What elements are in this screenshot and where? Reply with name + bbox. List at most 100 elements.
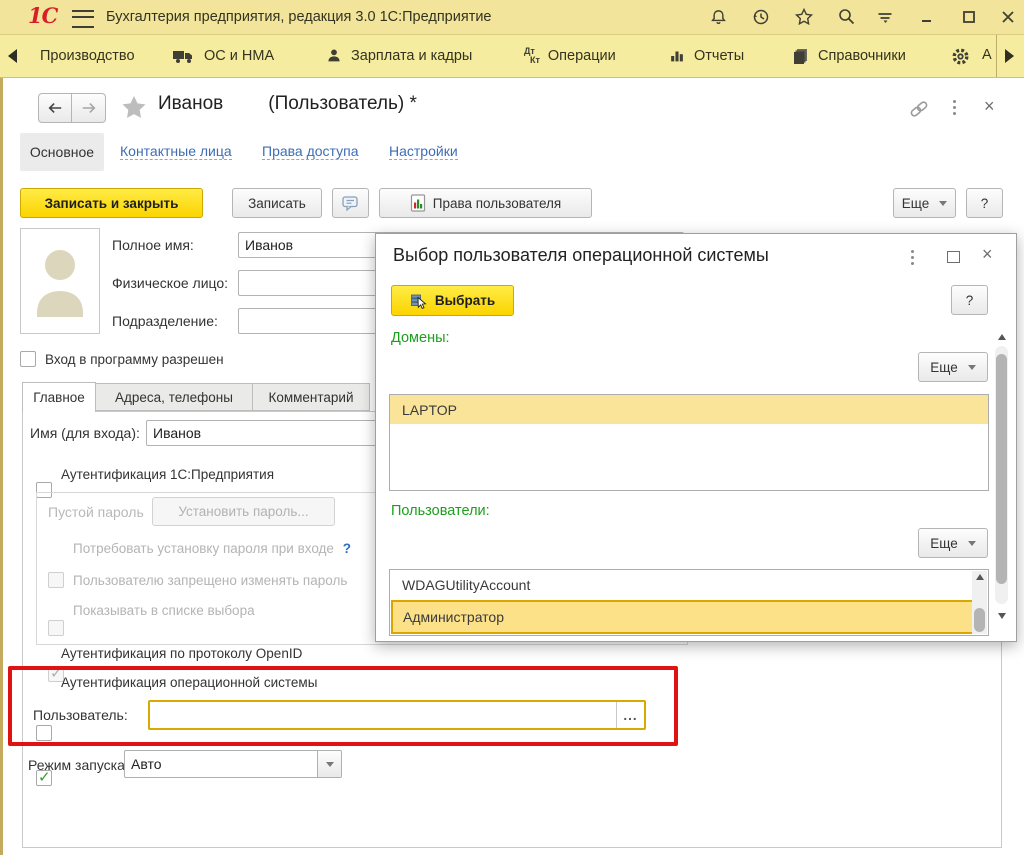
copy-link-icon[interactable] (908, 99, 930, 119)
inner-tab-main[interactable]: Главное (22, 382, 96, 412)
inner-tab-label: Адреса, телефоны (115, 390, 233, 405)
domain-row-laptop[interactable]: LAPTOP (390, 395, 988, 424)
empty-password-label: Пустой пароль (48, 504, 144, 520)
scrollbar-track[interactable] (995, 346, 1008, 604)
tab-access-rights[interactable]: Права доступа (262, 143, 358, 160)
login-allowed-checkbox[interactable] (20, 351, 36, 367)
help-button[interactable]: ? (966, 188, 1003, 218)
help-label: ? (981, 196, 989, 211)
password-help-link[interactable]: ? (343, 541, 351, 556)
set-password-button[interactable]: Установить пароль... (152, 497, 335, 526)
kt-label: Кт (530, 55, 540, 65)
history-icon[interactable] (747, 4, 775, 30)
discussion-button[interactable] (332, 188, 369, 218)
inner-tab-label: Комментарий (268, 390, 353, 405)
dialog-close-icon[interactable]: × (982, 246, 993, 262)
notifications-bell-icon[interactable] (704, 4, 732, 30)
service-menu-icon[interactable] (871, 4, 899, 30)
report-document-icon (410, 194, 426, 212)
dialog-scrollbar[interactable] (994, 334, 1009, 619)
os-user-label: Пользователь: (33, 707, 128, 723)
inner-tab-comment[interactable]: Комментарий (252, 383, 370, 411)
favorite-star-icon[interactable] (120, 94, 148, 121)
set-password-label: Установить пароль... (178, 504, 308, 519)
user-avatar[interactable] (20, 228, 100, 334)
close-window-icon[interactable] (994, 4, 1022, 30)
nav-item-os-nma[interactable]: ОС и НМА (172, 35, 274, 77)
more-label: Еще (930, 360, 957, 375)
form-more-button[interactable]: Еще (893, 188, 956, 218)
users-label: Пользователи: (391, 503, 490, 519)
physical-person-label: Физическое лицо: (112, 275, 228, 291)
dialog-select-button[interactable]: Выбрать (391, 285, 514, 316)
forbid-change-password-label: Пользователю запрещено изменять пароль (73, 573, 347, 588)
nav-settings-gear-icon[interactable] (950, 46, 971, 67)
users-list[interactable]: WDAGUtilityAccount Администратор (389, 569, 989, 636)
domains-more-button[interactable]: Еще (918, 352, 988, 382)
domains-list[interactable]: LAPTOP (389, 394, 989, 491)
users-more-button[interactable]: Еще (918, 528, 988, 558)
scroll-up-icon[interactable] (998, 334, 1006, 340)
forward-button[interactable] (72, 93, 106, 123)
scrollbar-thumb[interactable] (974, 608, 985, 632)
main-menu-icon[interactable] (72, 10, 94, 28)
avatar-silhouette-icon (28, 237, 92, 325)
nav-item-salary-hr[interactable]: Зарплата и кадры (325, 35, 472, 77)
form-more-kebab-icon[interactable] (953, 100, 956, 115)
minimize-window-icon[interactable] (913, 4, 941, 30)
nav-item-label: ОС и НМА (204, 48, 274, 64)
chevron-down-icon (968, 541, 976, 546)
form-close-icon[interactable]: × (984, 98, 995, 114)
launch-mode-combobox[interactable]: Авто (124, 750, 342, 778)
os-user-input[interactable] (150, 702, 616, 728)
tab-contact-persons[interactable]: Контактные лица (120, 143, 232, 160)
nav-divider (996, 35, 997, 77)
scroll-down-icon[interactable] (998, 613, 1006, 619)
history-nav-buttons (38, 93, 106, 123)
show-in-list-label: Показывать в списке выбора (73, 603, 255, 618)
user-rights-button[interactable]: Права пользователя (379, 188, 592, 218)
users-list-scrollbar[interactable] (972, 571, 987, 634)
user-row-wdag[interactable]: WDAGUtilityAccount (390, 570, 970, 599)
tab-settings[interactable]: Настройки (389, 143, 458, 160)
launch-mode-dropdown-button[interactable] (317, 751, 341, 777)
require-password-text: Потребовать установку пароля при входе (73, 541, 334, 556)
chat-bubble-icon (341, 194, 360, 212)
nav-item-label: Отчеты (694, 48, 744, 64)
nav-item-production[interactable]: Производство (40, 35, 135, 77)
save-and-close-label: Записать и закрыть (45, 196, 179, 211)
maximize-window-icon[interactable] (955, 4, 983, 30)
favorites-star-icon[interactable] (790, 4, 818, 30)
user-row-administrator-selected[interactable]: Администратор (391, 600, 974, 634)
nav-item-administration-clipped[interactable]: А (982, 47, 994, 67)
nav-item-directories[interactable]: Справочники (790, 35, 906, 77)
dialog-help-label: ? (966, 293, 974, 308)
nav-item-reports[interactable]: Отчеты (668, 35, 744, 77)
save-button[interactable]: Записать (232, 188, 322, 218)
dialog-maximize-icon[interactable] (947, 251, 960, 263)
nav-back-icon[interactable] (8, 49, 17, 63)
nav-item-operations[interactable]: Дт Кт Операции (524, 35, 616, 77)
nav-item-label: Операции (548, 48, 616, 64)
debit-credit-icon: Дт Кт (524, 47, 540, 65)
nav-forward-icon[interactable] (1005, 49, 1014, 63)
truck-icon (172, 47, 196, 65)
search-icon[interactable] (833, 4, 861, 30)
form-title: Иванов (Пользователь) * (158, 93, 417, 115)
os-user-select-button[interactable]: ... (616, 702, 644, 728)
back-button[interactable] (38, 93, 72, 123)
tab-main[interactable]: Основное (20, 133, 104, 171)
domains-label: Домены: (391, 330, 450, 346)
forbid-change-password-checkbox[interactable] (48, 620, 64, 636)
dialog-help-button[interactable]: ? (951, 285, 988, 315)
scrollbar-thumb[interactable] (996, 354, 1007, 584)
require-password-checkbox[interactable] (48, 572, 64, 588)
scroll-up-icon[interactable] (976, 574, 984, 580)
nav-item-label: Производство (40, 48, 135, 64)
chevron-down-icon (326, 762, 334, 767)
save-and-close-button[interactable]: Записать и закрыть (20, 188, 203, 218)
inner-tab-addresses[interactable]: Адреса, телефоны (95, 383, 253, 411)
os-auth-checkbox[interactable] (36, 770, 52, 786)
dialog-more-kebab-icon[interactable] (911, 250, 914, 265)
tab-label: Основное (30, 144, 94, 160)
